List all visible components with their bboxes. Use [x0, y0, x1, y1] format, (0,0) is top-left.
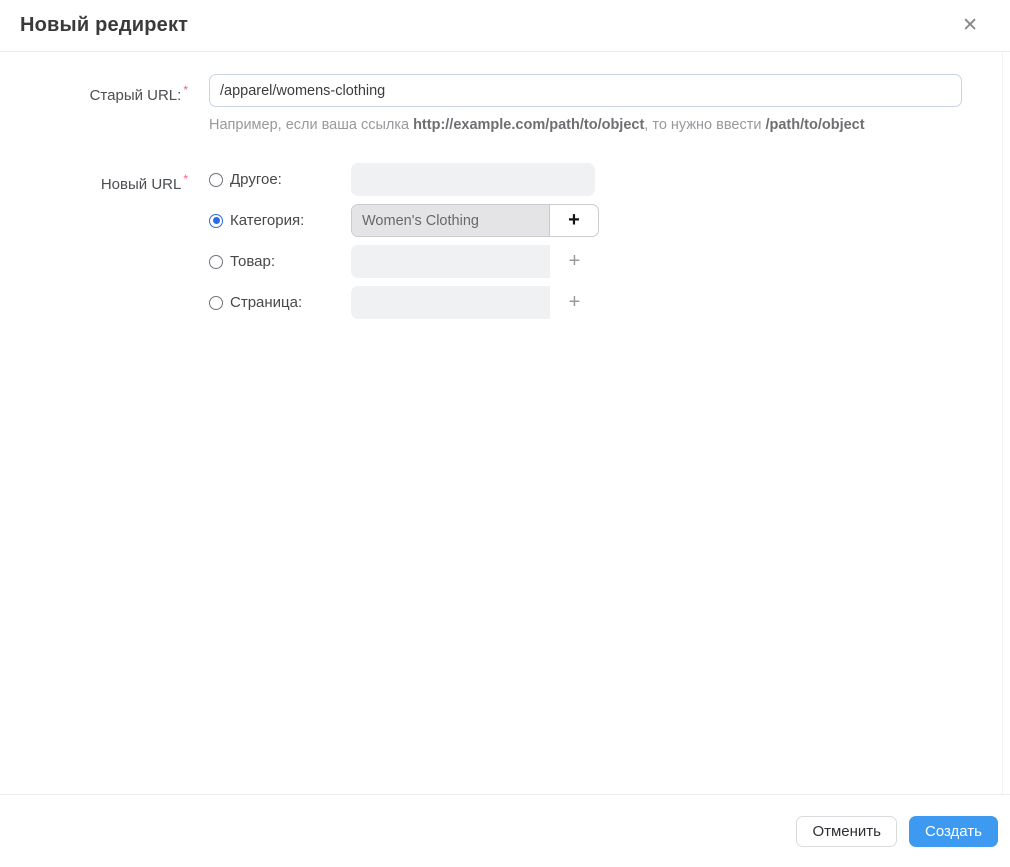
close-icon[interactable]: ✕ — [952, 12, 988, 39]
old-url-help-text: Например, если ваша ссылка http://exampl… — [209, 117, 865, 133]
required-asterisk: * — [183, 83, 188, 97]
plus-icon: + — [568, 209, 580, 231]
modal-body: Старый URL:* Например, если ваша ссылка … — [0, 52, 1010, 794]
option-row-category: Категория: + — [209, 204, 599, 237]
required-asterisk: * — [183, 172, 188, 186]
category-input[interactable] — [352, 205, 549, 236]
create-button[interactable]: Создать — [908, 815, 998, 847]
radio-page[interactable] — [209, 295, 223, 310]
option-row-other: Другое: — [209, 163, 599, 196]
modal-title: Новый редирект — [20, 14, 189, 36]
option-label-other: Другое: — [230, 171, 282, 188]
other-url-input[interactable] — [351, 163, 595, 196]
cancel-button[interactable]: Отменить — [796, 815, 897, 847]
old-url-row: Старый URL:* Например, если ваша ссылка … — [0, 74, 1010, 133]
new-url-label: Новый URL * — [100, 172, 188, 193]
add-product-button[interactable]: + — [550, 245, 599, 278]
modal-footer: Отменить Создать — [0, 794, 1010, 867]
option-row-product: Товар: + — [209, 245, 599, 278]
modal-header: Новый редирект ✕ — [0, 0, 1010, 52]
option-label-product: Товар: — [230, 253, 275, 270]
plus-icon: + — [568, 291, 581, 313]
new-url-row: Новый URL * Другое: Категория: Women's C… — [0, 163, 1010, 327]
radio-product[interactable] — [209, 254, 223, 269]
plus-icon: + — [568, 250, 581, 272]
add-category-button[interactable]: + — [549, 205, 598, 236]
new-redirect-modal: Новый редирект ✕ Старый URL:* Например, … — [0, 0, 1010, 867]
radio-category[interactable] — [209, 213, 223, 228]
radio-other[interactable] — [209, 172, 223, 187]
old-url-input[interactable] — [209, 74, 962, 107]
option-label-page: Страница: — [230, 294, 303, 311]
add-page-button[interactable]: + — [550, 286, 599, 319]
option-label-category: Категория: — [230, 212, 305, 229]
page-input[interactable] — [351, 286, 550, 319]
old-url-label: Старый URL: * — [89, 83, 188, 104]
option-row-page: Страница: + — [209, 286, 599, 319]
product-input[interactable] — [351, 245, 550, 278]
